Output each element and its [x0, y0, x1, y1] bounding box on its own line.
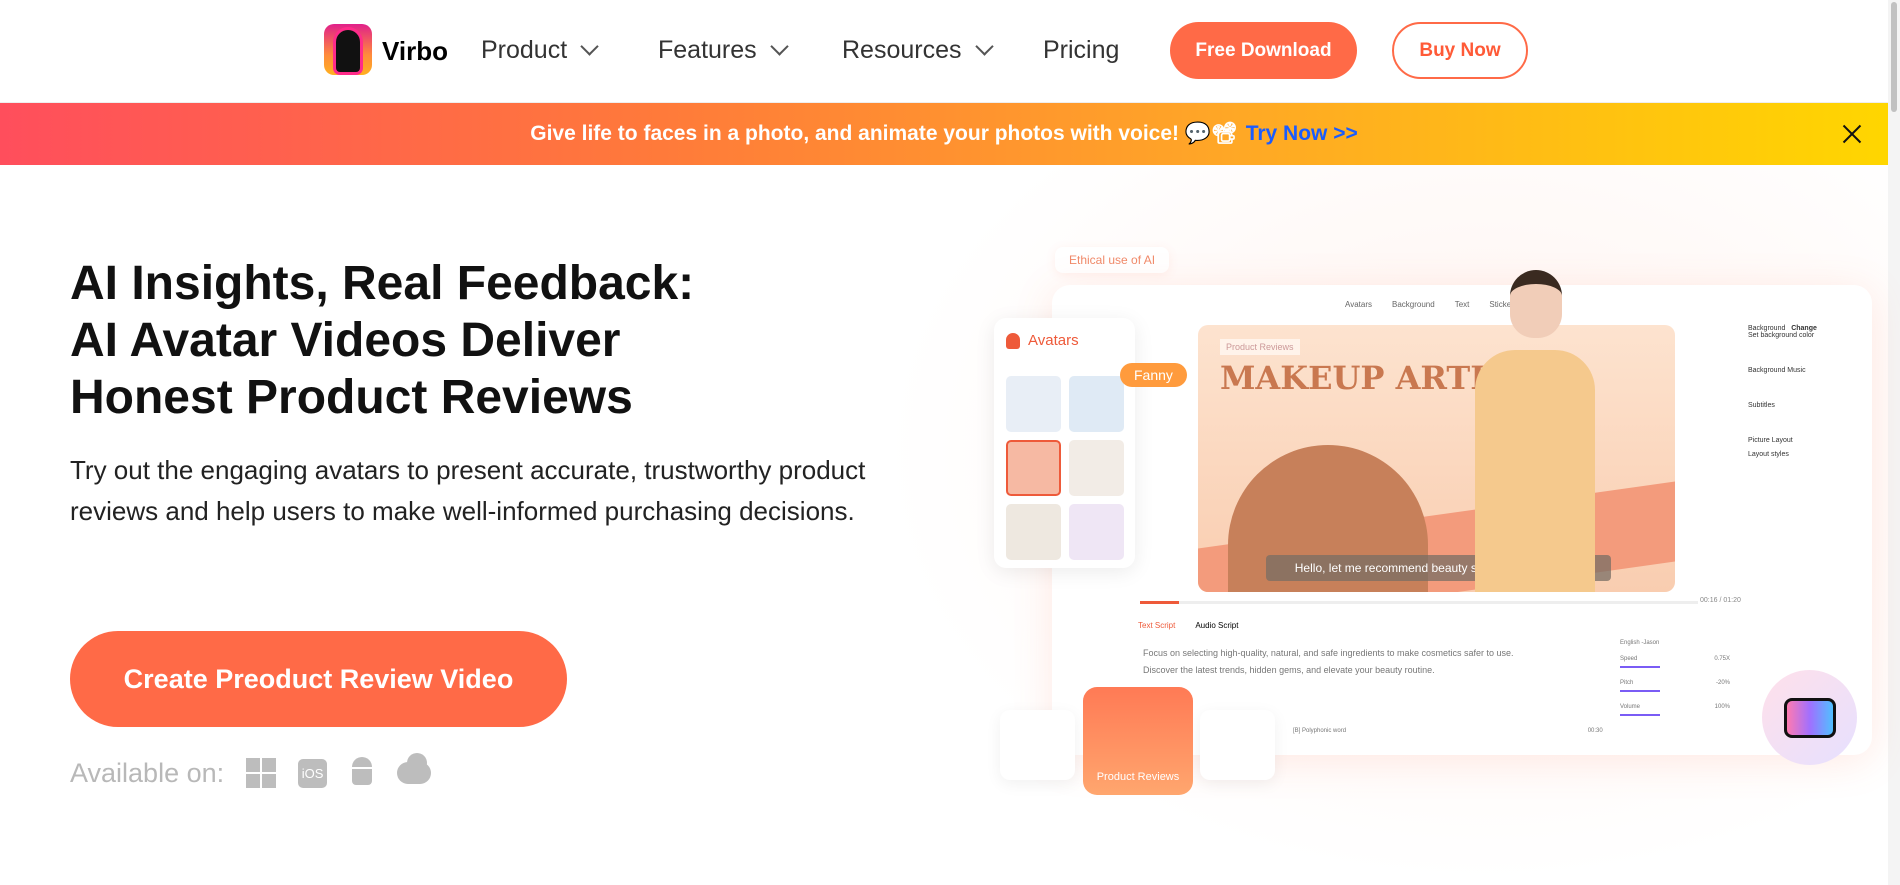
setting-label: Background Music: [1748, 367, 1806, 374]
avatar-presenter: [1465, 270, 1605, 592]
available-on: Available on: iOS: [70, 753, 432, 789]
tab-audio-script: Audio Script: [1195, 621, 1239, 630]
banner-text: Give life to faces in a photo, and anima…: [530, 122, 1238, 145]
close-icon[interactable]: [1840, 122, 1864, 146]
tab-text-script: Text Script: [1138, 621, 1176, 630]
promo-banner: Give life to faces in a photo, and anima…: [0, 103, 1888, 165]
avatar-thumb: [1006, 376, 1061, 432]
cloud-icon[interactable]: [397, 753, 432, 784]
char-count: 00:30: [1587, 728, 1603, 734]
setting-change: Change: [1791, 325, 1817, 332]
hero-description: Try out the engaging avatars to present …: [70, 455, 866, 526]
video-tag: Product Reviews: [1220, 339, 1300, 355]
avatar-thumb: [1069, 376, 1124, 432]
setting-label: Picture Layout: [1748, 437, 1793, 444]
scrollbar[interactable]: [1888, 0, 1900, 885]
nav-features[interactable]: Features: [658, 36, 789, 65]
script-line: Focus on selecting high-quality, natural…: [1143, 648, 1514, 658]
nav-label: Pricing: [1043, 36, 1120, 64]
voice-value: 0.75X: [1714, 656, 1730, 662]
page-title: AI Insights, Real Feedback: AI Avatar Vi…: [70, 255, 770, 426]
free-download-button[interactable]: Free Download: [1170, 22, 1357, 79]
nav-label: Features: [658, 36, 757, 64]
scrollbar-thumb[interactable]: [1891, 2, 1897, 112]
try-now-link[interactable]: Try Now >>: [1246, 122, 1358, 146]
nav-pricing[interactable]: Pricing: [1043, 36, 1119, 65]
card-label: Product Reviews: [1096, 771, 1180, 783]
toolbar-background: Background: [1391, 300, 1435, 309]
script-line: Discover the latest trends, hidden gems,…: [1143, 665, 1435, 675]
chevron-down-icon: [974, 37, 994, 56]
virbo-logo[interactable]: [324, 24, 372, 75]
settings-panel: Background Change Set background color Ba…: [1748, 325, 1858, 486]
video-progress: [1140, 601, 1698, 604]
create-review-video-button[interactable]: Create Preoduct Review Video: [70, 631, 567, 727]
chat-icon: [1783, 697, 1836, 738]
avatar-thumb: [1069, 504, 1124, 560]
avatars-label: Avatars: [1028, 332, 1079, 349]
setting-label: Layout styles: [1748, 451, 1789, 458]
avatars-header: Avatars: [1006, 332, 1079, 349]
title-line: AI Insights, Real Feedback:: [70, 257, 695, 310]
voice-label: Speed: [1620, 656, 1638, 662]
voice-label: Pitch: [1620, 680, 1634, 686]
voice-settings: English -Jason Speed 0.75X Pitch -20% Vo…: [1620, 640, 1730, 728]
avatar-thumb-selected: [1006, 440, 1061, 496]
setting-label: Background: [1748, 325, 1786, 332]
ios-icon[interactable]: iOS: [298, 758, 328, 788]
nav-resources[interactable]: Resources: [842, 36, 994, 65]
voice-value: -20%: [1715, 680, 1730, 686]
avatar-thumb: [1069, 440, 1124, 496]
ethical-ai-badge: Ethical use of AI: [1055, 247, 1170, 273]
chat-assistant-button[interactable]: [1762, 670, 1857, 765]
avatar-icon: [1006, 332, 1020, 349]
video-time: 00:16 / 01:20: [1700, 597, 1741, 604]
top-nav: Virbo Product Features Resources Pricing…: [0, 0, 1888, 103]
chat-card-icon: [1000, 710, 1075, 780]
setting-label: Set background color: [1748, 332, 1815, 339]
windows-icon[interactable]: [246, 758, 277, 788]
avatar-name-tag: Fanny: [1120, 363, 1187, 387]
voice-name: English -Jason: [1620, 640, 1660, 646]
toolbar-avatars: Avatars: [1345, 300, 1372, 309]
available-on-label: Available on:: [70, 757, 225, 788]
voice-value: 100%: [1714, 704, 1730, 710]
product-reviews-card: Product Reviews: [1083, 687, 1193, 795]
avatar-thumb: [1006, 504, 1061, 560]
title-line: Honest Product Reviews: [70, 371, 633, 424]
title-line: AI Avatar Videos Deliver: [70, 314, 621, 367]
buy-now-button[interactable]: Buy Now: [1392, 22, 1528, 79]
polyphonic-label: [B] Polyphonic word: [1293, 728, 1347, 734]
brand-name[interactable]: Virbo: [382, 36, 448, 67]
chevron-down-icon: [769, 37, 789, 56]
chevron-down-icon: [580, 37, 599, 56]
nav-product[interactable]: Product: [481, 36, 599, 65]
script-tabs: Text Script Audio Script: [1138, 621, 1238, 630]
voice-label: Volume: [1620, 704, 1641, 710]
setting-label: Subtitles: [1748, 402, 1775, 409]
nav-label: Resources: [842, 36, 962, 64]
avatar-grid: [1006, 376, 1124, 560]
presenter-card-icon: [1200, 710, 1275, 780]
nav-label: Product: [481, 36, 568, 64]
android-icon[interactable]: [349, 757, 375, 789]
